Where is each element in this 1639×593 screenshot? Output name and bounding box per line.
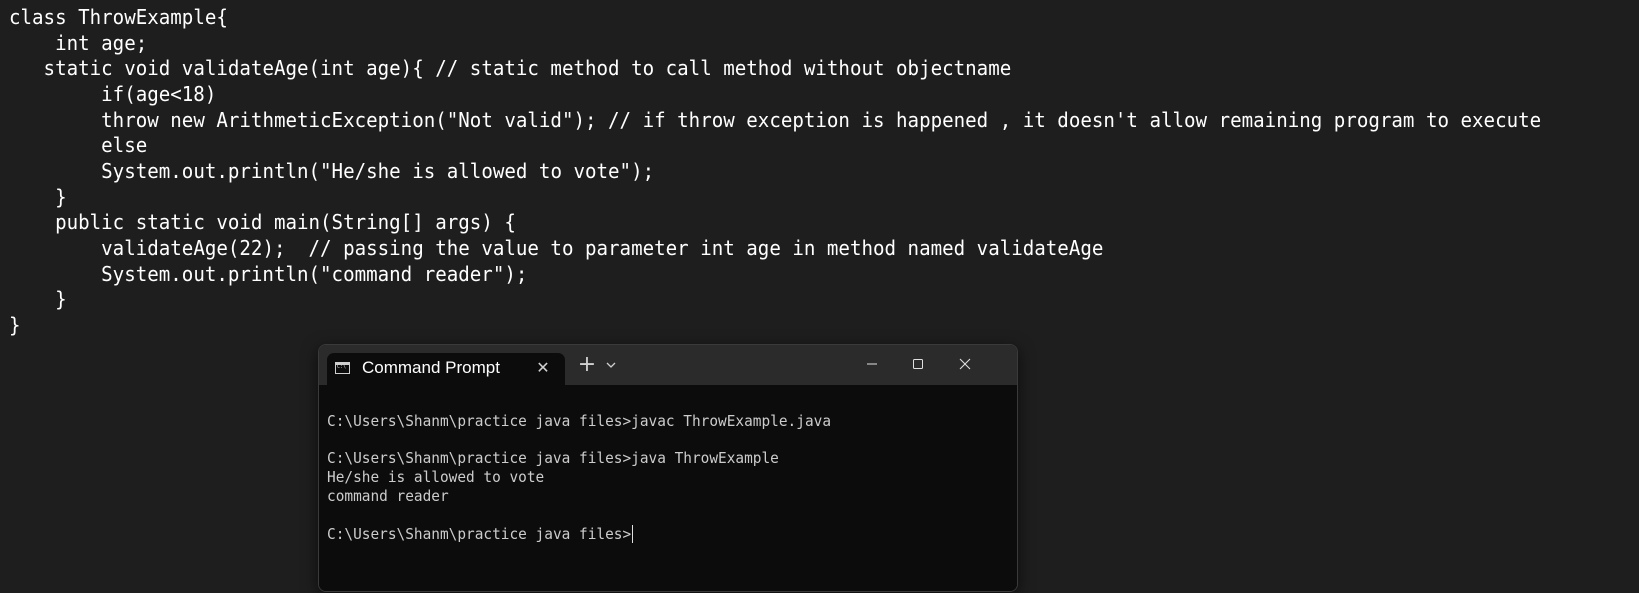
code-line: System.out.println("He/she is allowed to… xyxy=(9,159,655,183)
text-cursor xyxy=(632,525,634,543)
command-prompt-window[interactable]: Command Prompt ✕ + C:\Users\Shanm\practi… xyxy=(318,344,1018,592)
terminal-output[interactable]: C:\Users\Shanm\practice java files>javac… xyxy=(319,385,1017,591)
code-line: static void validateAge(int age){ // sta… xyxy=(9,56,1012,80)
close-window-button[interactable] xyxy=(952,351,978,377)
code-line: int age; xyxy=(9,31,148,55)
terminal-line: He/she is allowed to vote xyxy=(327,468,545,486)
terminal-line: command reader xyxy=(327,487,449,505)
tab-command-prompt[interactable]: Command Prompt ✕ xyxy=(327,353,565,385)
code-line: System.out.println("command reader"); xyxy=(9,262,528,286)
code-line: } xyxy=(9,313,21,337)
title-bar[interactable]: Command Prompt ✕ + xyxy=(319,345,1017,385)
terminal-line: C:\Users\Shanm\practice java files>java … xyxy=(327,449,779,467)
code-line: } xyxy=(9,287,67,311)
close-tab-button[interactable]: ✕ xyxy=(533,357,553,379)
terminal-line: C:\Users\Shanm\practice java files>javac… xyxy=(327,412,832,430)
code-line: else xyxy=(9,133,148,157)
code-line: validateAge(22); // passing the value to… xyxy=(9,236,1104,260)
chevron-down-icon[interactable] xyxy=(604,358,618,372)
code-line: class ThrowExample{ xyxy=(9,5,228,29)
code-line: if(age<18) xyxy=(9,82,217,106)
cmd-icon xyxy=(335,362,350,374)
code-editor[interactable]: class ThrowExample{ int age; static void… xyxy=(0,0,1639,340)
terminal-line: C:\Users\Shanm\practice java files> xyxy=(327,525,632,543)
code-line: } xyxy=(9,185,67,209)
minimize-button[interactable] xyxy=(859,351,885,377)
code-line: throw new ArithmeticException("Not valid… xyxy=(9,108,1542,132)
code-line: public static void main(String[] args) { xyxy=(9,210,516,234)
tab-title: Command Prompt xyxy=(362,358,500,377)
maximize-button[interactable] xyxy=(905,351,931,377)
new-tab-button[interactable]: + xyxy=(577,354,597,376)
